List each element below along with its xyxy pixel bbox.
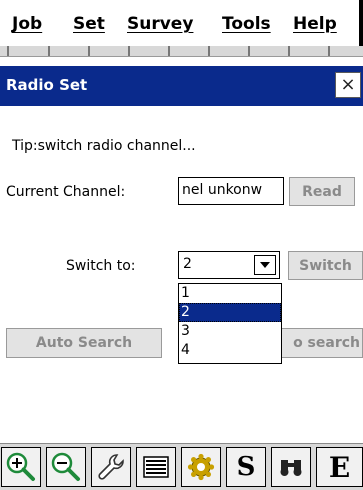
strip-divider xyxy=(128,46,130,56)
read-button[interactable]: Read xyxy=(289,177,355,206)
menu-help[interactable]: Help xyxy=(293,14,337,36)
strip-divider xyxy=(248,46,250,56)
current-channel-field[interactable]: nel unkonw xyxy=(178,177,284,205)
channel-option-2[interactable]: 2 xyxy=(179,303,281,322)
strip-divider xyxy=(88,46,90,56)
menu-set[interactable]: Set xyxy=(73,14,105,36)
strip-divider xyxy=(208,46,210,56)
switch-channel-select[interactable]: 2 xyxy=(178,251,280,279)
menu-bar: Job Set Survey Tools Help xyxy=(0,0,363,47)
wrench-icon xyxy=(98,454,124,480)
menu-bar-edge xyxy=(359,0,363,46)
chevron-down-icon xyxy=(260,262,270,268)
channel-dropdown-list: 1 2 3 4 xyxy=(178,283,282,364)
gear-icon xyxy=(187,453,215,481)
close-icon: × xyxy=(340,74,356,95)
strip-divider xyxy=(328,46,330,56)
switch-button[interactable]: Switch xyxy=(288,251,363,280)
dialog-titlebar: Radio Set × xyxy=(0,66,363,106)
close-button[interactable]: × xyxy=(335,72,361,98)
gear-button[interactable] xyxy=(181,447,221,487)
channel-option-4[interactable]: 4 xyxy=(179,341,281,360)
menu-survey[interactable]: Survey xyxy=(127,14,193,36)
zoom-in-button[interactable] xyxy=(1,447,41,487)
e-icon: E xyxy=(328,450,351,484)
channel-option-3[interactable]: 3 xyxy=(179,322,281,341)
bottom-toolbar: S E xyxy=(0,443,363,490)
strip-divider xyxy=(168,46,170,56)
binoculars-button[interactable] xyxy=(271,447,311,487)
zoom-out-icon xyxy=(51,452,80,481)
zoom-in-icon xyxy=(6,452,35,481)
s-icon: S xyxy=(236,452,256,482)
list-icon xyxy=(143,456,169,478)
switch-to-label: Switch to: xyxy=(66,258,136,274)
menu-tools[interactable]: Tools xyxy=(222,14,271,36)
strip-divider xyxy=(7,46,9,56)
s-button[interactable]: S xyxy=(226,447,266,487)
dialog-title: Radio Set xyxy=(6,76,88,94)
tip-text: Tip:switch radio channel... xyxy=(12,138,196,154)
e-button[interactable]: E xyxy=(316,447,363,487)
binoculars-icon xyxy=(280,460,302,476)
current-channel-label: Current Channel: xyxy=(6,184,126,200)
switch-channel-value: 2 xyxy=(183,256,192,272)
menu-job[interactable]: Job xyxy=(12,14,42,36)
auto-search-button[interactable]: Auto Search xyxy=(6,328,162,358)
wrench-button[interactable] xyxy=(91,447,131,487)
channel-option-1[interactable]: 1 xyxy=(179,284,281,303)
zoom-out-button[interactable] xyxy=(46,447,86,487)
obscured-toolbar-strip xyxy=(0,46,363,57)
list-button[interactable] xyxy=(136,447,176,487)
strip-divider xyxy=(288,46,290,56)
dropdown-arrow-button[interactable] xyxy=(254,255,276,275)
radio-set-dialog: Radio Set × Tip:switch radio channel... … xyxy=(0,66,363,438)
strip-divider xyxy=(48,46,50,56)
